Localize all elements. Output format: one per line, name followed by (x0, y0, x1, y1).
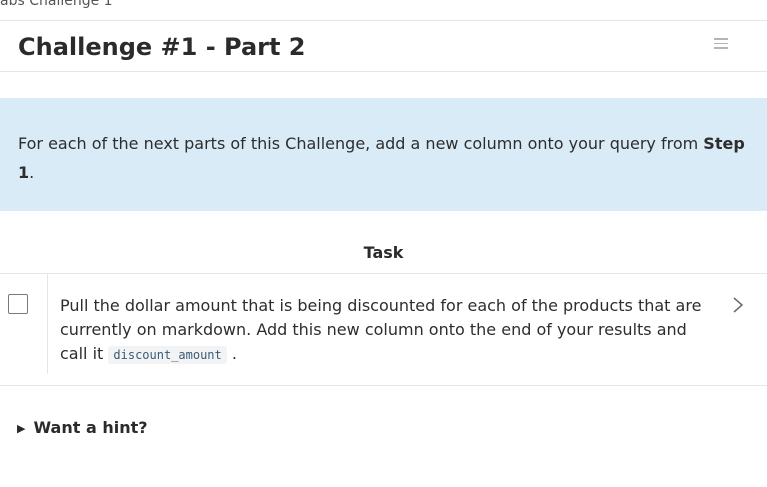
task-text-end: . (226, 344, 237, 363)
breadcrumb[interactable]: abs Challenge 1 (0, 0, 113, 10)
hamburger-menu-icon[interactable] (714, 38, 728, 50)
task-code-column-name: discount_amount (108, 346, 227, 364)
challenge-header: Challenge #1 - Part 2 (0, 20, 767, 72)
task-column-header: Task (363, 243, 404, 262)
task-divider (47, 274, 48, 374)
callout-text: For each of the next parts of this Chall… (18, 134, 704, 153)
chevron-right-icon[interactable] (731, 296, 745, 314)
task-description: Pull the dollar amount that is being dis… (60, 294, 710, 367)
callout-text-end: . (29, 163, 35, 182)
challenge-page: abs Challenge 1 Challenge #1 - Part 2 Fo… (0, 0, 767, 487)
instruction-callout: For each of the next parts of this Chall… (0, 98, 767, 211)
hint-toggle[interactable]: ▶ Want a hint? (17, 417, 148, 441)
task-checkbox[interactable] (8, 294, 28, 314)
page-title: Challenge #1 - Part 2 (18, 33, 306, 61)
disclosure-triangle-icon: ▶ (17, 422, 26, 435)
hint-label: Want a hint? (33, 418, 148, 437)
task-row[interactable]: Pull the dollar amount that is being dis… (0, 273, 767, 386)
